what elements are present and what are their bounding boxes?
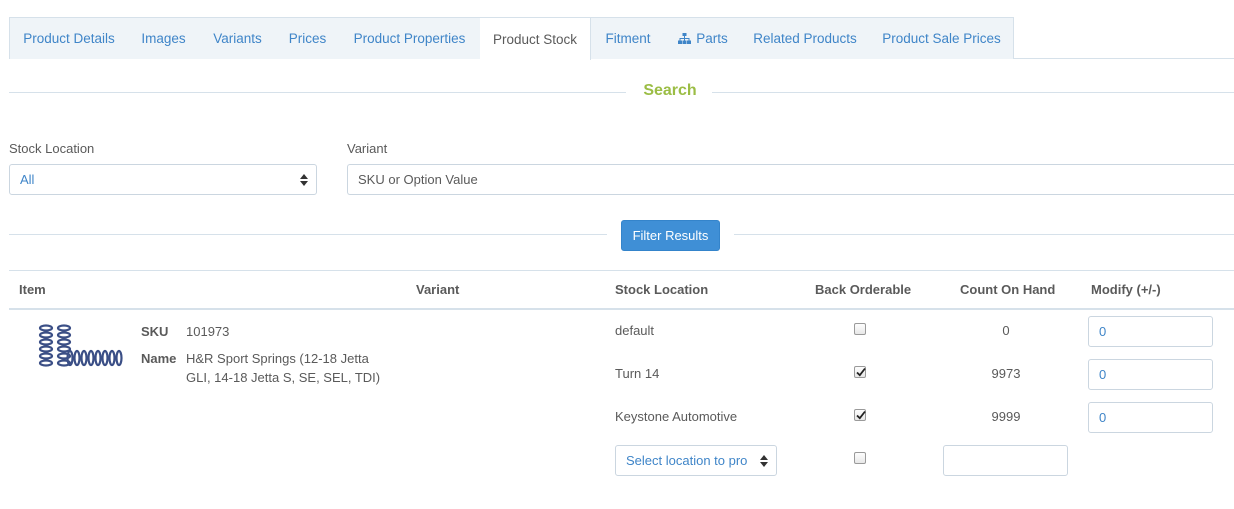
table-top-border: [9, 270, 1234, 271]
count-on-hand-cell: 0: [1002, 323, 1010, 338]
count-on-hand-cell: 9973: [991, 366, 1021, 381]
tab-label: Images: [141, 31, 186, 46]
column-header-variant: Variant: [416, 282, 460, 297]
checkmark-icon: [856, 367, 866, 377]
tab-bar: Product Details Images Variants Prices P…: [9, 17, 1234, 60]
select-caret-icon: [300, 174, 308, 186]
tab-label: Fitment: [605, 31, 651, 46]
divider: [734, 234, 1234, 235]
back-orderable-checkbox[interactable]: [854, 366, 866, 378]
column-header-back-orderable: Back Orderable: [815, 282, 912, 297]
tab-label: Related Products: [753, 31, 857, 46]
divider: [9, 92, 626, 93]
modify-count-value: 0: [1099, 324, 1107, 339]
tab-product-sale-prices[interactable]: Product Sale Prices: [870, 17, 1014, 59]
name-label: Name: [141, 351, 177, 366]
new-count-on-hand-input[interactable]: [943, 445, 1068, 476]
tab-parts[interactable]: Parts: [666, 17, 741, 59]
tab-label: Product Properties: [353, 31, 466, 46]
modify-count-input[interactable]: 0: [1088, 316, 1213, 347]
back-orderable-checkbox[interactable]: [854, 409, 866, 421]
product-name-line-2: GLI, 14-18 Jetta S, SE, SEL, TDI): [186, 370, 381, 385]
count-on-hand-cell: 9999: [991, 409, 1021, 424]
column-header-modify: Modify (+/-): [1091, 282, 1161, 297]
sitemap-icon: [678, 33, 692, 44]
tab-product-properties[interactable]: Product Properties: [339, 17, 481, 59]
sku-value: 101973: [186, 324, 230, 339]
modify-count-value: 0: [1099, 367, 1107, 382]
tab-label: Product Sale Prices: [882, 31, 1001, 46]
stock-location-cell: Keystone Automotive: [615, 409, 738, 424]
tab-product-details[interactable]: Product Details: [9, 17, 129, 59]
stock-location-cell: Turn 14: [615, 366, 660, 381]
divider: [712, 92, 1234, 93]
tab-variants[interactable]: Variants: [199, 17, 277, 59]
tab-product-stock[interactable]: Product Stock: [480, 17, 591, 60]
tab-fitment[interactable]: Fitment: [590, 17, 667, 59]
column-header-stock-location: Stock Location: [615, 282, 709, 297]
variant-search-placeholder: SKU or Option Value: [358, 172, 478, 187]
modify-count-input[interactable]: 0: [1088, 402, 1213, 433]
variant-search-input[interactable]: SKU or Option Value: [347, 164, 1234, 195]
tab-prices[interactable]: Prices: [276, 17, 340, 59]
product-name-line-1: H&R Sport Springs (12-18 Jetta: [186, 351, 369, 366]
divider: [9, 234, 607, 235]
tab-label: Parts: [696, 31, 728, 46]
modify-count-value: 0: [1099, 410, 1107, 425]
back-orderable-checkbox[interactable]: [854, 323, 866, 335]
sku-label: SKU: [141, 324, 169, 339]
tab-label: Product Details: [23, 31, 115, 46]
tab-label: Product Stock: [492, 31, 578, 47]
checkmark-icon: [856, 410, 866, 420]
column-header-count-on-hand: Count On Hand: [960, 282, 1056, 297]
select-caret-icon: [760, 455, 768, 467]
search-heading: Search: [643, 82, 697, 99]
stock-location-cell: default: [615, 323, 655, 338]
stock-location-select[interactable]: All: [9, 164, 317, 195]
new-back-orderable-checkbox[interactable]: [854, 452, 866, 464]
tab-label: Prices: [288, 31, 327, 46]
stock-location-label: Stock Location: [9, 141, 95, 156]
product-image: [38, 324, 123, 367]
variant-label: Variant: [347, 141, 388, 156]
tab-label: Variants: [213, 31, 262, 46]
tab-related-products[interactable]: Related Products: [740, 17, 871, 59]
stock-location-value: All: [20, 172, 35, 187]
modify-count-input[interactable]: 0: [1088, 359, 1213, 390]
filter-results-button[interactable]: Filter Results: [621, 220, 720, 251]
new-stock-location-select[interactable]: Select location to pro: [615, 445, 777, 476]
new-stock-location-value: Select location to pro: [626, 453, 748, 468]
tab-images[interactable]: Images: [128, 17, 200, 59]
table-header-border: [9, 308, 1234, 310]
column-header-item: Item: [19, 282, 46, 297]
